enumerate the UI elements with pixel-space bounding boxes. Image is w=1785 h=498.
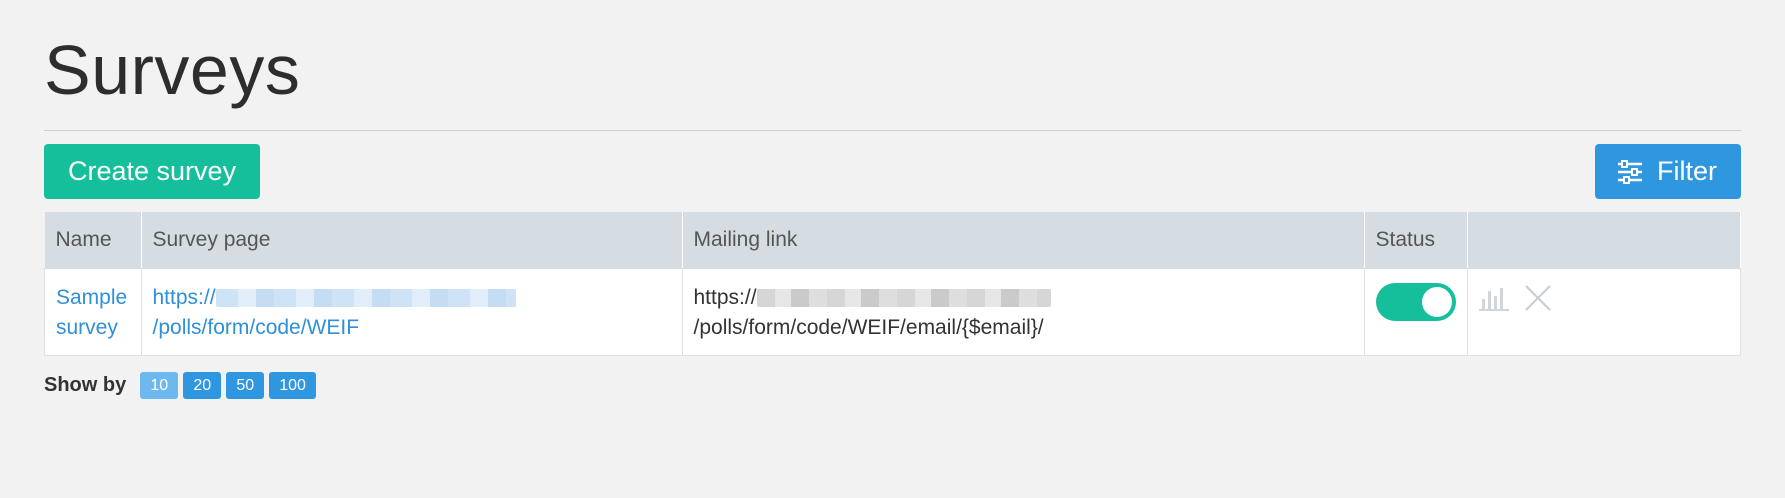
sliders-icon [1617, 159, 1643, 184]
survey-page-suffix: /polls/form/code/WEIF [152, 316, 360, 339]
cell-status [1363, 268, 1468, 356]
table-row: Sample survey https:// /polls/form/code/W… [44, 268, 1741, 356]
pagination: Show by 10 20 50 100 [44, 372, 1741, 399]
bar-chart-icon[interactable] [1478, 285, 1509, 320]
toggle-knob [1421, 287, 1452, 317]
page-size-10[interactable]: 10 [140, 372, 179, 399]
survey-name-link[interactable]: Sample survey [56, 286, 127, 339]
surveys-table: Name Survey page Mailing link Status Sam… [44, 212, 1741, 356]
cell-survey-page: https:// /polls/form/code/WEIF [140, 268, 683, 356]
surveys-page: Surveys Create survey Filter Name Survey… [0, 0, 1785, 399]
title-divider [44, 130, 1741, 131]
cell-actions [1466, 268, 1741, 356]
redacted-domain [215, 289, 516, 308]
filter-button[interactable]: Filter [1595, 144, 1741, 199]
redacted-domain [756, 289, 1051, 308]
cell-mailing-link: https:// /polls/form/code/WEIF/email/{$em… [681, 268, 1365, 356]
column-header-mailing-link[interactable]: Mailing link [682, 212, 1365, 269]
column-header-survey-page[interactable]: Survey page [141, 212, 683, 269]
close-icon[interactable] [1524, 285, 1551, 320]
show-by-label: Show by [44, 374, 127, 396]
toolbar: Create survey Filter [44, 144, 1741, 199]
page-title: Surveys [44, 31, 301, 109]
row-actions [1478, 283, 1730, 320]
survey-page-link[interactable]: https:// /polls/form/code/WEIF [153, 286, 516, 339]
survey-page-prefix: https:// [152, 286, 216, 309]
create-survey-button[interactable]: Create survey [44, 144, 261, 199]
filter-label: Filter [1657, 156, 1717, 186]
status-toggle[interactable] [1375, 283, 1456, 321]
page-size-100[interactable]: 100 [269, 372, 316, 399]
page-size-20[interactable]: 20 [183, 372, 222, 399]
column-header-name[interactable]: Name [44, 212, 142, 269]
mailing-suffix: /polls/form/code/WEIF/email/{$email}/ [693, 316, 1044, 339]
page-size-50[interactable]: 50 [226, 372, 265, 399]
column-header-status[interactable]: Status [1364, 212, 1468, 269]
mailing-prefix: https:// [693, 286, 757, 309]
table-header-row: Name Survey page Mailing link Status [44, 212, 1741, 269]
column-header-actions [1467, 212, 1741, 269]
cell-name: Sample survey [44, 268, 142, 356]
